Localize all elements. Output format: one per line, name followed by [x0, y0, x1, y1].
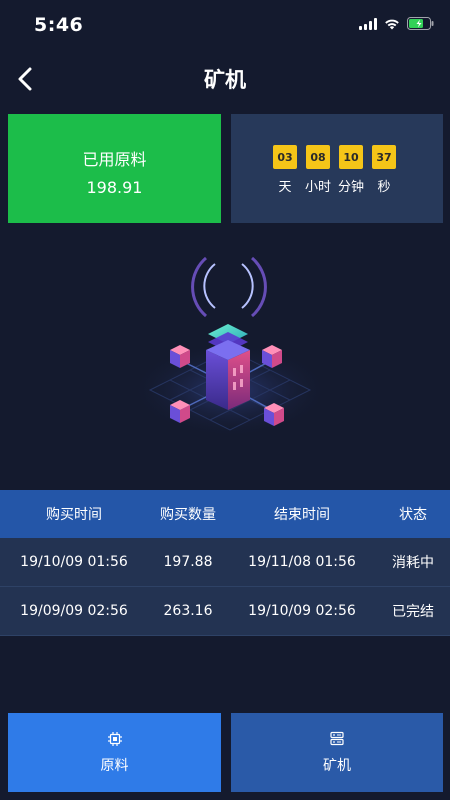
tab-miner[interactable]: 矿机: [231, 713, 443, 792]
countdown-days-label: 天: [278, 180, 292, 195]
tab-material[interactable]: 原料: [8, 713, 221, 792]
cell-purchase-time: 19/10/09 01:56: [20, 554, 128, 570]
nav-bar: 矿机: [0, 50, 450, 106]
status-icons: [359, 17, 434, 30]
countdown-row: 03 天 08 小时 10 分钟 37 秒: [273, 145, 396, 195]
countdown-days: 03 天: [273, 145, 297, 195]
chip-icon: [107, 731, 122, 746]
cell-status: 消耗中: [392, 555, 434, 571]
countdown-seconds: 37 秒: [372, 145, 396, 195]
countdown-hours-label: 小时: [305, 180, 332, 195]
mining-server-illustration: [120, 250, 340, 450]
countdown-minutes-label: 分钟: [338, 180, 365, 195]
countdown-minutes: 10 分钟: [338, 145, 365, 195]
status-bar: 5:46: [0, 0, 450, 50]
cell-purchase-amount: 263.16: [163, 603, 213, 619]
page-title: 矿机: [204, 68, 246, 92]
wifi-icon: [384, 18, 400, 30]
cell-status: 已完结: [392, 604, 434, 620]
cell-end-time: 19/11/08 01:56: [248, 554, 356, 570]
countdown-hours: 08 小时: [305, 145, 332, 195]
countdown-days-value: 03: [273, 145, 297, 169]
status-time: 5:46: [34, 14, 84, 36]
header-purchase-time: 购买时间: [46, 507, 102, 523]
countdown-seconds-value: 37: [372, 145, 396, 169]
countdown-seconds-label: 秒: [377, 180, 391, 195]
records-table: 购买时间 购买数量 结束时间 状态 19/10/09 01:56 197.88 …: [0, 490, 450, 636]
used-material-label: 已用原料: [82, 150, 147, 169]
table-row[interactable]: 19/10/09 01:56 197.88 19/11/08 01:56 消耗中: [0, 538, 450, 587]
header-status: 状态: [399, 507, 427, 523]
table-header: 购买时间 购买数量 结束时间 状态: [0, 490, 450, 538]
signal-icon: [359, 17, 377, 30]
cell-end-time: 19/10/09 02:56: [248, 603, 356, 619]
battery-icon: [407, 17, 434, 30]
cell-purchase-time: 19/09/09 02:56: [20, 603, 128, 619]
server-icon: [330, 731, 344, 745]
table-row[interactable]: 19/09/09 02:56 263.16 19/10/09 02:56 已完结: [0, 587, 450, 636]
header-purchase-amount: 购买数量: [160, 507, 216, 523]
used-material-card: 已用原料 198.91: [8, 114, 221, 223]
header-end-time: 结束时间: [274, 507, 330, 523]
tab-material-label: 原料: [100, 757, 129, 774]
countdown-minutes-value: 10: [339, 145, 363, 169]
tab-miner-label: 矿机: [323, 757, 351, 774]
countdown-hours-value: 08: [306, 145, 330, 169]
used-material-value: 198.91: [86, 178, 143, 197]
cell-purchase-amount: 197.88: [163, 554, 213, 570]
countdown-card: 03 天 08 小时 10 分钟 37 秒: [231, 114, 443, 223]
